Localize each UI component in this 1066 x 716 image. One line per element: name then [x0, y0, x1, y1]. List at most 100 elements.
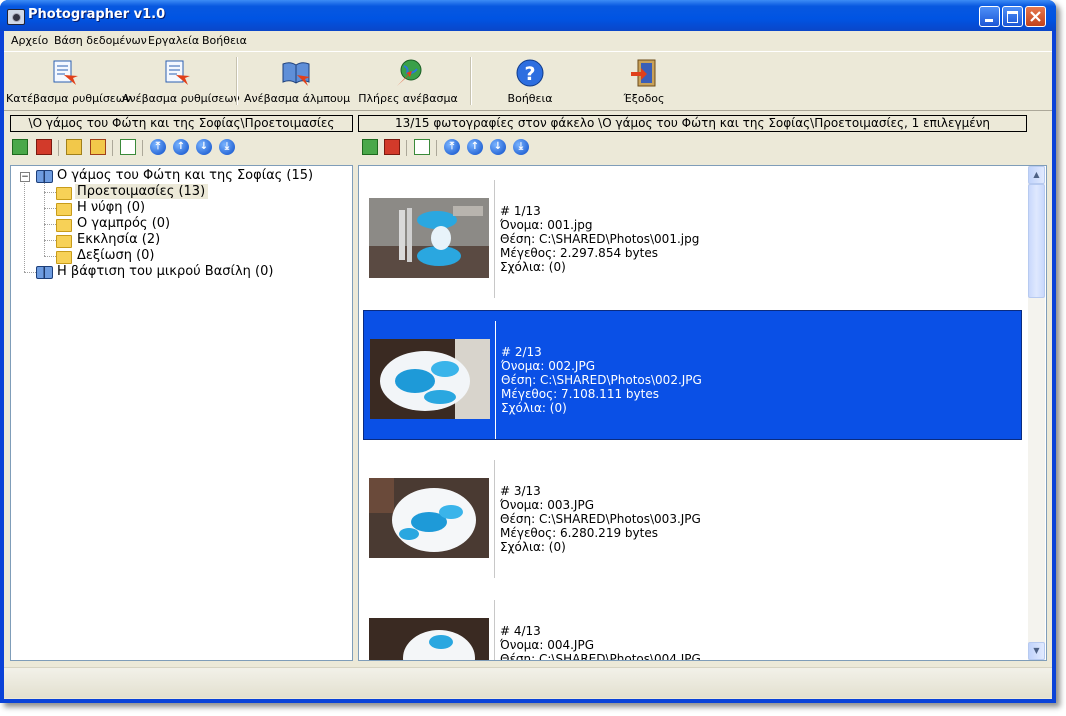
- photo-name: Όνομα: 001.jpg: [500, 218, 593, 232]
- move-top-icon[interactable]: ⤒: [444, 139, 460, 155]
- help-icon: ?: [516, 59, 544, 87]
- tree-line: [44, 182, 45, 256]
- folder-icon: [56, 203, 72, 216]
- toolbar-separator: [112, 140, 113, 156]
- full-upload-button[interactable]: Πλήρες ανέβασμα: [358, 56, 458, 106]
- exit-label: Έξοδος: [623, 92, 665, 105]
- menu-tools[interactable]: Εργαλεία: [148, 34, 199, 47]
- collapse-toggle[interactable]: −: [20, 172, 30, 182]
- photo-path: Θέση: C:\SHARED\Photos\001.jpg: [500, 232, 700, 246]
- full-upload-label: Πλήρες ανέβασμα: [358, 92, 458, 105]
- photo-details: # 3/13 Όνομα: 003.JPG Θέση: C:\SHARED\Ph…: [500, 484, 701, 554]
- scroll-up-button[interactable]: ▲: [1028, 166, 1045, 184]
- upload-settings-icon: [165, 60, 190, 85]
- move-bottom-icon[interactable]: ⤓: [513, 139, 529, 155]
- album-book-icon: [36, 170, 53, 183]
- tree-line: [24, 180, 25, 272]
- tree-folder-label: Η νύφη (0): [77, 200, 146, 215]
- photo-item[interactable]: # 3/13 Όνομα: 003.JPG Θέση: C:\SHARED\Ph…: [363, 450, 1022, 580]
- camera-icon: [7, 9, 25, 25]
- move-up-icon[interactable]: ↑: [173, 139, 189, 155]
- tree-folder[interactable]: Δεξίωση (0): [56, 248, 154, 264]
- upload-album-button[interactable]: Ανέβασμα άλμπουμ: [244, 56, 351, 106]
- move-up-icon[interactable]: ↑: [467, 139, 483, 155]
- delete-album-icon[interactable]: [36, 139, 52, 155]
- photo-thumbnail: [370, 339, 490, 419]
- photo-item-selected[interactable]: # 2/13 Όνομα: 002.JPG Θέση: C:\SHARED\Ph…: [363, 310, 1022, 440]
- photo-name: Όνομα: 002.JPG: [501, 359, 595, 373]
- close-button[interactable]: [1025, 6, 1046, 27]
- exit-icon: [631, 59, 656, 87]
- photo-size: Μέγεθος: 7.108.111 bytes: [501, 387, 659, 401]
- photo-number: # 3/13: [500, 484, 541, 498]
- add-album-icon[interactable]: [12, 139, 28, 155]
- photo-path: Θέση: C:\SHARED\Photos\002.JPG: [501, 373, 702, 387]
- folder-icon: [56, 235, 72, 248]
- photo-comments: Σχόλια: (0): [501, 401, 567, 415]
- tree-folder-selected[interactable]: Προετοιμασίες (13): [56, 184, 209, 200]
- svg-text:?: ?: [524, 63, 535, 85]
- card-divider: [494, 600, 495, 660]
- vertical-scrollbar[interactable]: ▲ ▼: [1028, 166, 1045, 660]
- photo-number: # 4/13: [500, 624, 541, 638]
- tree-toolbar: ⤒ ↑ ↓ ⤓: [10, 136, 351, 160]
- title-bar[interactable]: Photographer v1.0: [0, 0, 1056, 31]
- edit-icon[interactable]: [120, 139, 136, 155]
- download-settings-icon: [53, 60, 78, 85]
- menu-file[interactable]: Αρχείο: [11, 34, 48, 47]
- tree-album-label: Ο γάμος του Φώτη και της Σοφίας (15): [57, 168, 314, 183]
- tree-folder-label: Δεξίωση (0): [77, 248, 155, 263]
- menu-database[interactable]: Βάση δεδομένων: [54, 34, 147, 47]
- move-bottom-icon[interactable]: ⤓: [219, 139, 235, 155]
- album-book-icon: [36, 266, 53, 279]
- minimize-icon: [985, 19, 993, 22]
- full-upload-icon: [397, 59, 422, 86]
- photo-path: Θέση: C:\SHARED\Photos\004.JPG: [500, 652, 701, 661]
- help-button[interactable]: ? Βοήθεια: [480, 56, 580, 106]
- toolbar-separator: [236, 57, 238, 105]
- tree-album[interactable]: Ο γάμος του Φώτη και της Σοφίας (15): [36, 168, 313, 184]
- download-settings-button[interactable]: Κατέβασμα ρυθμίσεων: [6, 56, 131, 106]
- tree-folder[interactable]: Ο γαμπρός (0): [56, 216, 170, 232]
- menu-help[interactable]: Βοήθεια: [202, 34, 247, 47]
- close-icon: [1030, 11, 1041, 22]
- add-folder-icon[interactable]: [66, 139, 82, 155]
- help-label: Βοήθεια: [507, 92, 553, 105]
- photo-name: Όνομα: 003.JPG: [500, 498, 594, 512]
- photo-item[interactable]: # 4/13 Όνομα: 004.JPG Θέση: C:\SHARED\Ph…: [363, 590, 1022, 661]
- tree-folder-label: Εκκλησία (2): [77, 232, 161, 247]
- tree-folder-label: Προετοιμασίες (13): [75, 184, 209, 199]
- main-window: Photographer v1.0 Αρχείο Βάση δεδομένων …: [0, 0, 1056, 703]
- photo-size: Μέγεθος: 2.297.854 bytes: [500, 246, 658, 260]
- photo-size: Μέγεθος: 6.280.219 bytes: [500, 526, 658, 540]
- tree-album[interactable]: Η βάφτιση του μικρού Βασίλη (0): [36, 264, 273, 280]
- move-down-icon[interactable]: ↓: [196, 139, 212, 155]
- add-photo-icon[interactable]: [362, 139, 378, 155]
- scroll-down-button[interactable]: ▼: [1028, 642, 1045, 660]
- upload-album-label: Ανέβασμα άλμπουμ: [244, 92, 351, 105]
- photo-item[interactable]: # 1/13 Όνομα: 001.jpg Θέση: C:\SHARED\Ph…: [363, 170, 1022, 300]
- delete-folder-icon[interactable]: [90, 139, 106, 155]
- move-down-icon[interactable]: ↓: [490, 139, 506, 155]
- photo-comments: Σχόλια: (0): [500, 540, 566, 554]
- album-tree[interactable]: − Ο γάμος του Φώτη και της Σοφίας (15) Π…: [10, 165, 353, 661]
- upload-settings-label: Ανέβασμα ρυθμίσεων: [122, 92, 240, 105]
- scroll-thumb[interactable]: [1028, 184, 1045, 298]
- maximize-icon: [1007, 11, 1018, 23]
- minimize-button[interactable]: [979, 6, 1000, 27]
- tree-folder[interactable]: Η νύφη (0): [56, 200, 145, 216]
- photo-list[interactable]: # 1/13 Όνομα: 001.jpg Θέση: C:\SHARED\Ph…: [358, 165, 1047, 661]
- card-divider: [494, 180, 495, 298]
- photo-thumbnail: [369, 198, 489, 278]
- maximize-button[interactable]: [1002, 6, 1023, 27]
- tree-folder[interactable]: Εκκλησία (2): [56, 232, 160, 248]
- photo-number: # 2/13: [501, 345, 542, 359]
- menu-bar: Αρχείο Βάση δεδομένων Εργαλεία Βοήθεια: [4, 31, 1052, 51]
- delete-photo-icon[interactable]: [384, 139, 400, 155]
- exit-button[interactable]: Έξοδος: [594, 56, 694, 106]
- upload-settings-button[interactable]: Ανέβασμα ρυθμίσεων: [122, 56, 240, 106]
- move-top-icon[interactable]: ⤒: [150, 139, 166, 155]
- edit-photo-icon[interactable]: [414, 139, 430, 155]
- photo-path: Θέση: C:\SHARED\Photos\003.JPG: [500, 512, 701, 526]
- upload-album-icon: [282, 62, 310, 86]
